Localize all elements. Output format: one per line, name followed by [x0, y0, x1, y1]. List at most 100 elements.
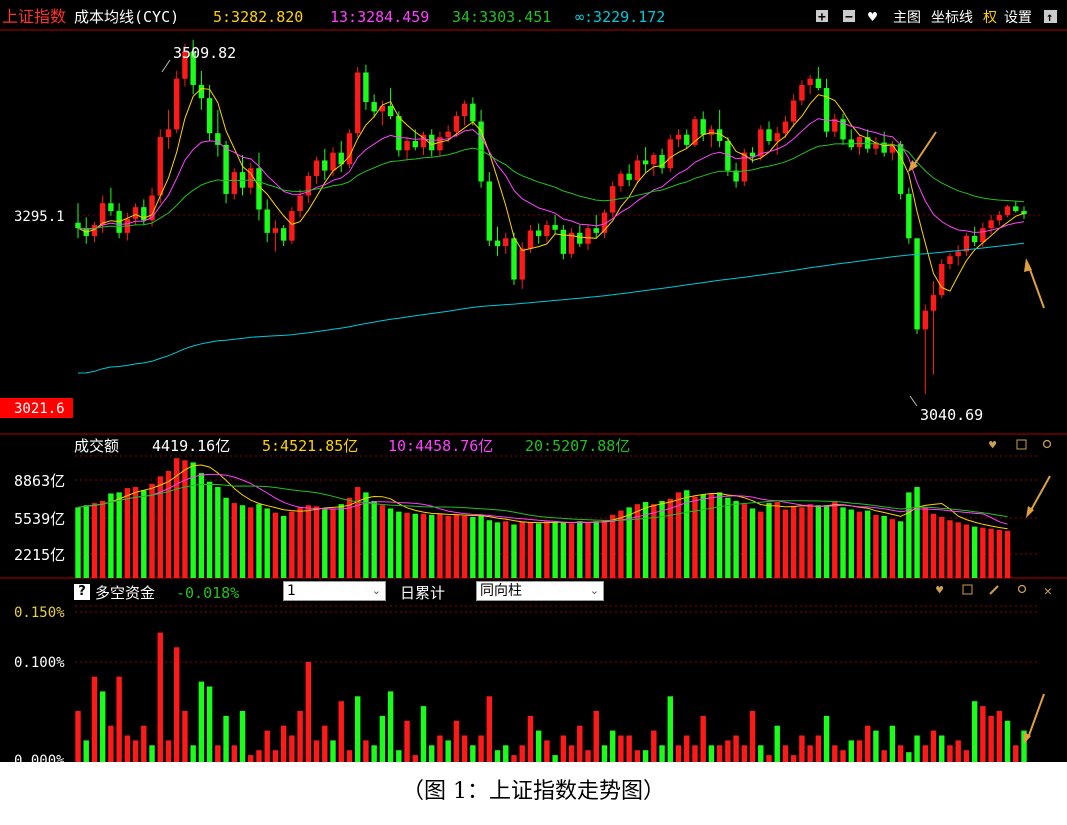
fund-bar[interactable]	[832, 745, 838, 762]
fund-bar[interactable]	[371, 745, 377, 762]
volume-bar[interactable]	[83, 505, 89, 578]
fund-bar[interactable]	[305, 662, 312, 762]
candle[interactable]	[634, 155, 641, 184]
fund-bar[interactable]	[206, 686, 213, 763]
fund-bar[interactable]	[996, 711, 1003, 762]
candle[interactable]	[91, 221, 98, 243]
candle[interactable]	[494, 226, 501, 257]
candle[interactable]	[223, 140, 229, 204]
main-chart-button[interactable]: 主图	[893, 10, 921, 26]
volume-bar[interactable]	[305, 505, 312, 578]
volume-bar[interactable]	[634, 504, 641, 578]
volume-bar[interactable]	[272, 512, 279, 578]
candle[interactable]	[461, 100, 468, 126]
fund-bar[interactable]	[618, 735, 624, 763]
fund-bar[interactable]	[453, 720, 460, 762]
volume-bar[interactable]	[248, 507, 254, 578]
candle[interactable]	[758, 125, 764, 161]
volume-bar[interactable]	[741, 504, 748, 578]
volume-bar[interactable]	[141, 490, 147, 578]
volume-bar[interactable]	[420, 513, 427, 578]
volume-bar[interactable]	[124, 488, 131, 578]
candle[interactable]	[659, 148, 665, 174]
volume-bar[interactable]	[930, 513, 937, 578]
fund-bar[interactable]	[988, 715, 994, 762]
fund-bar[interactable]	[478, 735, 484, 763]
candle[interactable]	[486, 172, 493, 247]
volume-bar[interactable]	[1004, 530, 1011, 578]
candle[interactable]	[963, 232, 970, 257]
candle[interactable]	[535, 223, 542, 244]
fund-bar[interactable]	[527, 715, 534, 762]
volume-bar[interactable]	[108, 493, 114, 578]
candle[interactable]	[988, 214, 994, 235]
volume-bar[interactable]	[939, 517, 945, 578]
panel-window-icon[interactable]	[1016, 439, 1027, 450]
volume-bar[interactable]	[116, 492, 122, 578]
volume-bar[interactable]	[758, 511, 764, 578]
candle[interactable]	[149, 187, 155, 227]
candle[interactable]	[470, 97, 476, 126]
fund-bar[interactable]	[494, 750, 501, 762]
fund-bar[interactable]	[149, 745, 155, 762]
fund-bar[interactable]	[157, 632, 163, 762]
volume-bar[interactable]	[642, 502, 649, 578]
volume-bar[interactable]	[445, 515, 451, 578]
candle[interactable]	[289, 207, 295, 244]
candle[interactable]	[387, 88, 394, 120]
fund-bar[interactable]	[264, 730, 270, 762]
candle[interactable]	[626, 164, 632, 187]
axis-line-button[interactable]: 坐标线	[931, 10, 973, 26]
volume-bar[interactable]	[807, 504, 813, 578]
candle[interactable]	[544, 220, 550, 243]
fund-bar[interactable]	[1004, 720, 1011, 762]
fund-bar[interactable]	[535, 730, 542, 762]
volume-bar[interactable]	[198, 473, 205, 578]
candle[interactable]	[560, 225, 567, 260]
volume-bar[interactable]	[906, 492, 912, 578]
fund-bar[interactable]	[692, 745, 698, 762]
candle[interactable]	[807, 74, 813, 95]
fund-bar[interactable]	[609, 730, 616, 762]
volume-bar[interactable]	[239, 505, 246, 578]
volume-bar[interactable]	[832, 502, 838, 578]
volume-bar[interactable]	[865, 510, 871, 578]
volume-bar[interactable]	[346, 497, 353, 578]
fund-bar[interactable]	[790, 755, 797, 762]
volume-bar[interactable]	[947, 520, 953, 578]
volume-bar[interactable]	[297, 507, 303, 578]
candle[interactable]	[939, 259, 945, 299]
fund-bar[interactable]	[906, 752, 912, 762]
fund-bar[interactable]	[511, 755, 517, 762]
volume-bar[interactable]	[99, 500, 106, 578]
candle[interactable]	[832, 113, 838, 138]
volume-bar[interactable]	[429, 514, 435, 578]
panel-window-icon[interactable]	[962, 584, 973, 595]
volume-bar[interactable]	[231, 503, 237, 578]
candle[interactable]	[75, 203, 81, 239]
fund-bar[interactable]	[141, 725, 147, 762]
fund-bar[interactable]	[182, 711, 188, 762]
fund-bar[interactable]	[897, 745, 904, 762]
candle[interactable]	[248, 162, 254, 194]
volume-bar[interactable]	[823, 505, 830, 578]
fund-bar[interactable]	[165, 740, 172, 762]
volume-bar[interactable]	[223, 497, 229, 578]
fund-bar[interactable]	[503, 745, 509, 762]
candle[interactable]	[873, 137, 879, 156]
fund-bar[interactable]	[577, 725, 583, 762]
price-panel[interactable]: 3295.1 3021.6 3509.82 3040.69	[0, 39, 1045, 424]
volume-bar[interactable]	[955, 522, 961, 578]
fund-bar[interactable]	[174, 647, 180, 762]
volume-bar[interactable]	[971, 526, 978, 578]
volume-bar[interactable]	[560, 522, 567, 578]
volume-bar[interactable]	[840, 507, 846, 578]
volume-bar[interactable]	[766, 503, 772, 578]
fund-bar[interactable]	[766, 755, 772, 762]
volume-bar[interactable]	[733, 500, 739, 578]
fund-bar[interactable]	[568, 745, 575, 762]
candle[interactable]	[519, 242, 525, 289]
candle[interactable]	[453, 111, 460, 138]
help-icon[interactable]: ?	[74, 584, 90, 600]
fund-bar[interactable]	[99, 691, 106, 762]
